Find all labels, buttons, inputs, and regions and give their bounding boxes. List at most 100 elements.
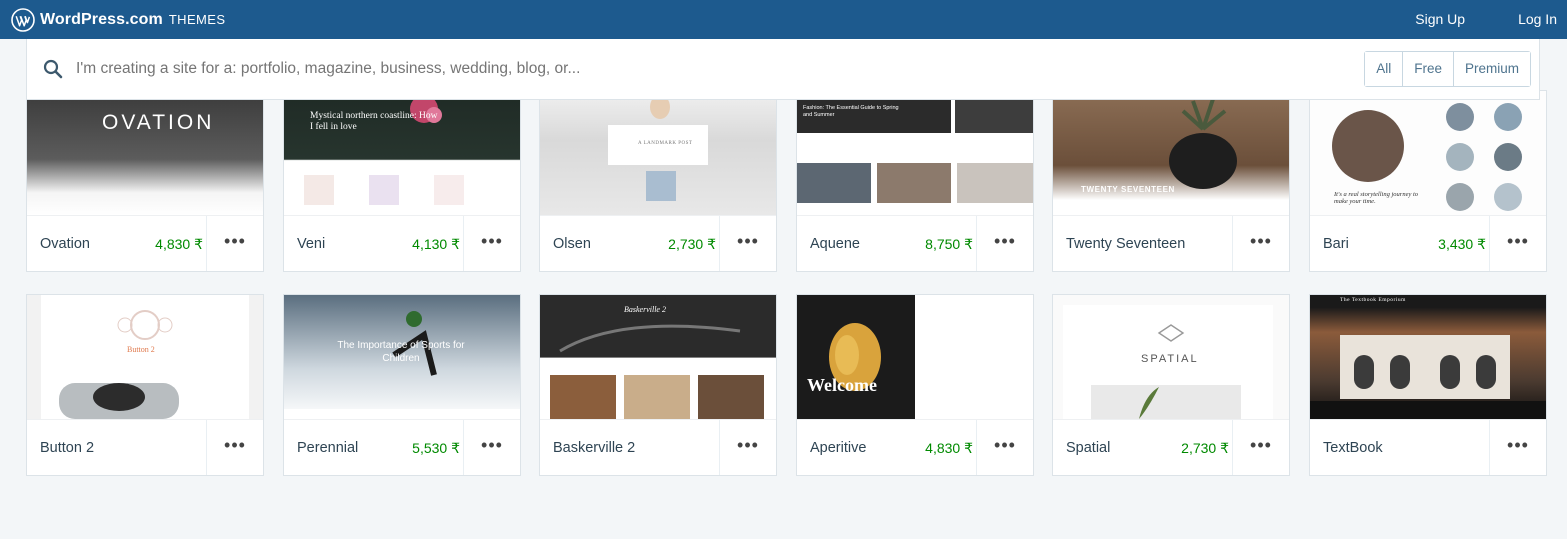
- thumbnail-title: SPATIAL: [1141, 353, 1199, 365]
- theme-thumbnail[interactable]: The Importance of Sports for Children: [284, 295, 520, 419]
- thumbnail-title: It's a real storytelling journey to make…: [1334, 191, 1419, 205]
- more-options-button[interactable]: •••: [719, 420, 776, 475]
- theme-thumbnail[interactable]: The Textbook Emporium: [1310, 295, 1546, 419]
- more-options-button[interactable]: •••: [463, 216, 520, 271]
- theme-name[interactable]: Aquene: [810, 216, 860, 271]
- search-input[interactable]: [76, 60, 976, 78]
- brand-section: THEMES: [168, 12, 226, 27]
- theme-thumbnail[interactable]: Button 2: [27, 295, 263, 419]
- theme-thumbnail[interactable]: SPATIAL: [1053, 295, 1289, 419]
- theme-card-textbook[interactable]: The Textbook Emporium TextBook •••: [1309, 294, 1547, 476]
- theme-card-footer: Perennial 5,530 ₹ •••: [284, 419, 520, 475]
- ellipsis-icon: •••: [994, 435, 1016, 455]
- plant-pot-image: [1169, 98, 1237, 189]
- pasta-image: [829, 323, 881, 391]
- masterbar: WordPress.com THEMES Sign Up Log In: [0, 0, 1567, 39]
- theme-card-olsen[interactable]: A LANDMARK POST Olsen 2,730 ₹ •••: [539, 90, 777, 272]
- theme-price: 2,730 ₹: [1181, 440, 1229, 456]
- tier-filter: All Free Premium: [1364, 51, 1531, 87]
- search-icon[interactable]: [42, 58, 64, 80]
- thumbnail-title: A LANDMARK POST: [638, 141, 693, 146]
- theme-name[interactable]: Perennial: [297, 420, 358, 475]
- theme-thumbnail[interactable]: A LANDMARK POST: [540, 91, 776, 215]
- more-options-button[interactable]: •••: [1232, 216, 1289, 271]
- building-image: [1310, 335, 1546, 419]
- thumbnail-title: Baskerville 2: [624, 305, 666, 314]
- theme-card-aquene[interactable]: Fashion: The Essential Guide to Spring a…: [796, 90, 1034, 272]
- thumbnail-title: Fashion: The Essential Guide to Spring a…: [803, 105, 899, 118]
- theme-card-footer: Veni 4,130 ₹ •••: [284, 215, 520, 271]
- filter-free-button[interactable]: Free: [1402, 52, 1453, 86]
- theme-price: 4,830 ₹: [155, 236, 203, 252]
- thumbnail-title: The Textbook Emporium: [1340, 297, 1406, 303]
- theme-price: 4,130 ₹: [412, 236, 460, 252]
- more-options-button[interactable]: •••: [206, 420, 263, 475]
- ellipsis-icon: •••: [1250, 231, 1272, 251]
- ellipsis-icon: •••: [481, 435, 503, 455]
- theme-card-footer: Twenty Seventeen •••: [1053, 215, 1289, 271]
- theme-thumbnail[interactable]: Welcome: [797, 295, 1033, 419]
- theme-thumbnail[interactable]: It's a real storytelling journey to make…: [1310, 91, 1546, 215]
- filter-premium-button[interactable]: Premium: [1452, 52, 1530, 86]
- thumbnail-title: Welcome: [807, 375, 877, 395]
- login-link[interactable]: Log In: [1507, 0, 1567, 39]
- theme-name[interactable]: Spatial: [1066, 420, 1110, 475]
- more-options-button[interactable]: •••: [206, 216, 263, 271]
- more-options-button[interactable]: •••: [976, 420, 1033, 475]
- theme-price: 8,750 ₹: [925, 236, 973, 252]
- thumbnail-title: OVATION: [102, 111, 215, 134]
- more-options-button[interactable]: •••: [463, 420, 520, 475]
- theme-price: 4,830 ₹: [925, 440, 973, 456]
- more-options-button[interactable]: •••: [976, 216, 1033, 271]
- theme-card-footer: Baskerville 2 •••: [540, 419, 776, 475]
- theme-name[interactable]: Aperitive: [810, 420, 866, 475]
- theme-card-footer: Aperitive 4,830 ₹ •••: [797, 419, 1033, 475]
- ellipsis-icon: •••: [1507, 231, 1529, 251]
- theme-search-bar: All Free Premium: [26, 39, 1540, 100]
- flower-image: [304, 95, 464, 205]
- theme-name[interactable]: Button 2: [40, 420, 94, 475]
- theme-card-ovation[interactable]: OVATION Ovation 4,830 ₹ •••: [26, 90, 264, 272]
- theme-name[interactable]: Bari: [1323, 216, 1349, 271]
- more-options-button[interactable]: •••: [719, 216, 776, 271]
- theme-card-button-2[interactable]: Button 2 Button 2 •••: [26, 294, 264, 476]
- theme-card-bari[interactable]: It's a real storytelling journey to make…: [1309, 90, 1547, 272]
- theme-card-footer: Olsen 2,730 ₹ •••: [540, 215, 776, 271]
- more-options-button[interactable]: •••: [1489, 420, 1546, 475]
- theme-card-twenty-seventeen[interactable]: TWENTY SEVENTEEN Twenty Seventeen •••: [1052, 90, 1290, 272]
- ellipsis-icon: •••: [481, 231, 503, 251]
- filter-all-button[interactable]: All: [1365, 52, 1403, 86]
- ellipsis-icon: •••: [224, 231, 246, 251]
- signup-link[interactable]: Sign Up: [1404, 0, 1476, 39]
- theme-name[interactable]: Baskerville 2: [553, 420, 635, 475]
- theme-name[interactable]: Olsen: [553, 216, 591, 271]
- wordpress-logo-icon: [11, 7, 35, 32]
- ellipsis-icon: •••: [1507, 435, 1529, 455]
- theme-thumbnail[interactable]: OVATION: [27, 91, 263, 215]
- more-options-button[interactable]: •••: [1489, 216, 1546, 271]
- theme-card-perennial[interactable]: The Importance of Sports for Children Pe…: [283, 294, 521, 476]
- thumbnail-title: Button 2: [127, 345, 155, 354]
- coffee-cup-image: [41, 295, 249, 419]
- theme-thumbnail[interactable]: Mystical northern coastline: How I fell …: [284, 91, 520, 215]
- theme-card-footer: Button 2 •••: [27, 419, 263, 475]
- more-options-button[interactable]: •••: [1232, 420, 1289, 475]
- ellipsis-icon: •••: [737, 435, 759, 455]
- theme-thumbnail[interactable]: TWENTY SEVENTEEN: [1053, 91, 1289, 215]
- brand-name: WordPress.com: [40, 10, 163, 28]
- theme-name[interactable]: TextBook: [1323, 420, 1383, 475]
- theme-card-footer: TextBook •••: [1310, 419, 1546, 475]
- theme-thumbnail[interactable]: Baskerville 2: [540, 295, 776, 419]
- ellipsis-icon: •••: [737, 231, 759, 251]
- theme-name[interactable]: Ovation: [40, 216, 90, 271]
- brand-home-link[interactable]: WordPress.com THEMES: [11, 7, 226, 32]
- theme-card-baskerville-2[interactable]: Baskerville 2 Baskerville 2 •••: [539, 294, 777, 476]
- theme-card-spatial[interactable]: SPATIAL Spatial 2,730 ₹ •••: [1052, 294, 1290, 476]
- theme-name[interactable]: Veni: [297, 216, 325, 271]
- theme-price: 2,730 ₹: [668, 236, 716, 252]
- theme-card-aperitive[interactable]: Welcome Aperitive 4,830 ₹ •••: [796, 294, 1034, 476]
- theme-card-veni[interactable]: Mystical northern coastline: How I fell …: [283, 90, 521, 272]
- theme-thumbnail[interactable]: Fashion: The Essential Guide to Spring a…: [797, 91, 1033, 215]
- thumbnail-title: The Importance of Sports for Children: [337, 340, 465, 364]
- theme-name[interactable]: Twenty Seventeen: [1066, 216, 1185, 271]
